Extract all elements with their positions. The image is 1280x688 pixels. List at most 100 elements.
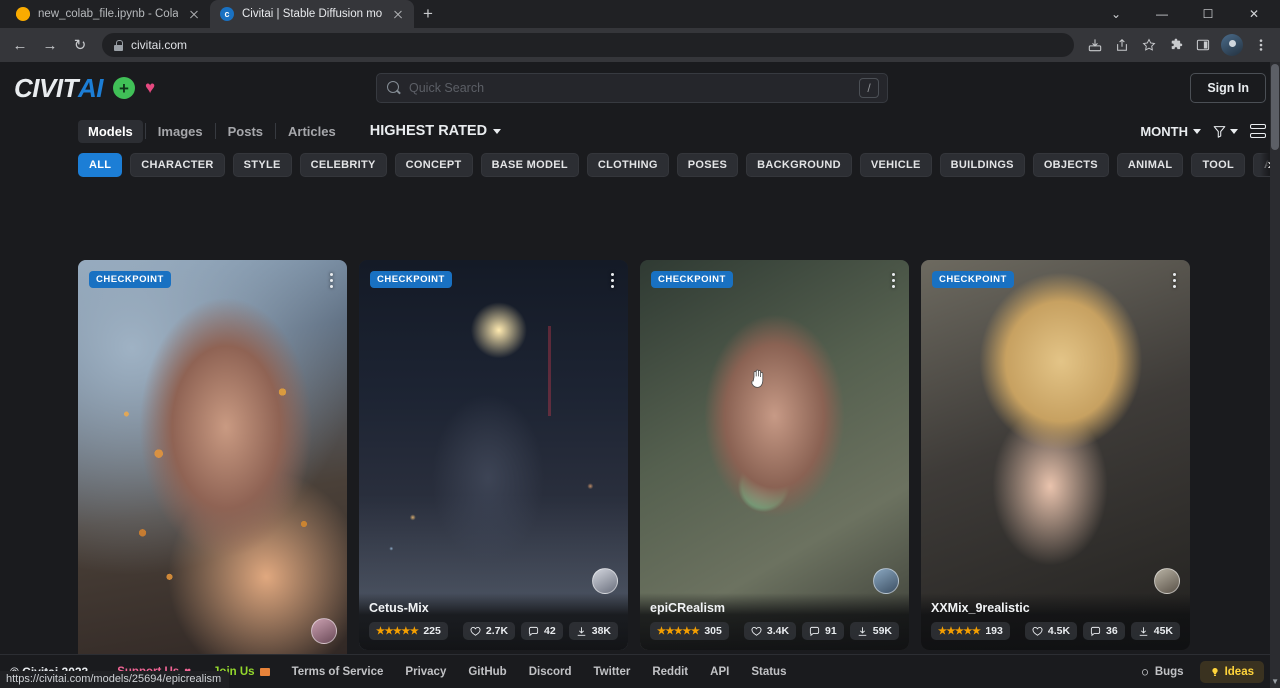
footer-link-status[interactable]: Status [740, 666, 797, 678]
chip-animal[interactable]: ANIMAL [1117, 153, 1184, 177]
period-dropdown[interactable]: MONTH [1140, 124, 1201, 139]
browser-tab-colab[interactable]: new_colab_file.ipynb - Colaborat [6, 0, 210, 28]
maximize-button[interactable]: ☐ [1186, 0, 1230, 28]
new-tab-button[interactable]: + [414, 0, 442, 28]
card-menu-icon[interactable] [605, 270, 619, 290]
chip-objects[interactable]: OBJECTS [1033, 153, 1109, 177]
chip-character[interactable]: CHARACTER [130, 153, 224, 177]
rating-pill: ★★★★★ 225 [369, 622, 448, 640]
tab-articles[interactable]: Articles [278, 120, 346, 143]
comments-count: 91 [825, 625, 837, 637]
card-stats: ★★★★★ 225 2.7K 42 38K [369, 622, 618, 640]
side-panel-icon[interactable] [1190, 32, 1216, 58]
sort-dropdown[interactable]: HIGHEST RATED [370, 123, 501, 139]
colab-icon [16, 7, 30, 21]
chip-concept[interactable]: CONCEPT [395, 153, 473, 177]
comment-icon [528, 626, 539, 637]
create-plus-icon[interactable]: + [113, 77, 135, 99]
chip-clothing[interactable]: CLOTHING [587, 153, 669, 177]
tab-models[interactable]: Models [78, 120, 143, 143]
model-card-cetus-mix[interactable]: CHECKPOINT Cetus-Mix ★★★★★ 225 2.7K [359, 260, 628, 650]
footer-link-privacy[interactable]: Privacy [394, 666, 457, 678]
likes-pill: 4.5K [1025, 622, 1077, 640]
reload-icon[interactable]: ↻ [66, 31, 94, 59]
browser-tab-civitai[interactable]: c Civitai | Stable Diffusion models, [210, 0, 414, 28]
tab-title: Civitai | Stable Diffusion models, [242, 8, 382, 20]
chevron-down-icon[interactable]: ▼ [1271, 677, 1279, 686]
card-thumbnail [78, 260, 347, 688]
model-card-epicrealism[interactable]: CHECKPOINT epiCRealism ★★★★★ 305 3.4K [640, 260, 909, 650]
minimize-button[interactable]: — [1140, 0, 1184, 28]
chrome-menu-icon[interactable] [1248, 32, 1274, 58]
card-title: XXMix_9realistic [931, 601, 1180, 615]
likes-count: 4.5K [1048, 625, 1070, 637]
chip-base-model[interactable]: BASE MODEL [481, 153, 579, 177]
tab-posts[interactable]: Posts [218, 120, 273, 143]
bookmark-star-icon[interactable] [1136, 32, 1162, 58]
comments-count: 42 [544, 625, 556, 637]
chevron-down-icon [1193, 129, 1201, 134]
scrollbar-thumb[interactable] [1271, 64, 1279, 150]
logo-text-ai: AI [78, 73, 103, 104]
chip-all[interactable]: ALL [78, 153, 122, 177]
footer-link-twitter[interactable]: Twitter [583, 666, 642, 678]
close-icon[interactable] [186, 6, 202, 22]
card-menu-icon[interactable] [886, 270, 900, 290]
footer-link-discord[interactable]: Discord [518, 666, 583, 678]
footer-link-github[interactable]: GitHub [457, 666, 517, 678]
category-chip-row: ALL CHARACTER STYLE CELEBRITY CONCEPT BA… [0, 148, 1280, 178]
site-logo[interactable]: CIVITAI [14, 73, 103, 104]
footer-link-terms[interactable]: Terms of Service [281, 666, 395, 678]
install-app-icon[interactable] [1082, 32, 1108, 58]
card-stats: ★★★★★ 305 3.4K 91 59K [650, 622, 899, 640]
rating-count: 305 [704, 625, 722, 637]
filter-button[interactable] [1213, 125, 1238, 138]
close-window-button[interactable]: ✕ [1232, 0, 1276, 28]
chip-background[interactable]: BACKGROUND [746, 153, 852, 177]
tab-images[interactable]: Images [148, 120, 213, 143]
chip-tool[interactable]: TOOL [1191, 153, 1245, 177]
card-thumbnail [359, 260, 628, 650]
bugs-button[interactable]: Bugs [1132, 662, 1192, 682]
heart-icon[interactable]: ♥ [145, 78, 155, 98]
chip-buildings[interactable]: BUILDINGS [940, 153, 1025, 177]
download-icon [857, 626, 868, 637]
card-menu-icon[interactable] [1167, 270, 1181, 290]
close-icon[interactable] [390, 6, 406, 22]
search-icon [387, 81, 401, 95]
logo-text-civit: CIVIT [14, 73, 78, 104]
avatar[interactable] [873, 568, 899, 594]
extensions-puzzle-icon[interactable] [1163, 32, 1189, 58]
tab-strip: new_colab_file.ipynb - Colaborat c Civit… [0, 0, 1280, 28]
browser-toolbar: ← → ↻ civitai.com [0, 28, 1280, 62]
back-icon[interactable]: ← [6, 31, 34, 59]
forward-icon[interactable]: → [36, 31, 64, 59]
chip-vehicle[interactable]: VEHICLE [860, 153, 932, 177]
share-icon[interactable] [1109, 32, 1135, 58]
address-bar[interactable]: civitai.com [102, 33, 1074, 57]
chip-poses[interactable]: POSES [677, 153, 738, 177]
footer-link-api[interactable]: API [699, 666, 740, 678]
footer-right-buttons: Bugs Ideas [1132, 661, 1270, 683]
ticket-icon [260, 668, 270, 676]
search-input[interactable]: Quick Search / [376, 73, 888, 103]
footer-link-reddit[interactable]: Reddit [641, 666, 699, 678]
profile-avatar-icon[interactable] [1221, 34, 1243, 56]
page-scrollbar[interactable]: ▼ [1270, 62, 1280, 688]
chip-style[interactable]: STYLE [233, 153, 292, 177]
sign-in-button[interactable]: Sign In [1190, 73, 1266, 103]
avatar[interactable] [1154, 568, 1180, 594]
avatar[interactable] [311, 618, 337, 644]
downloads-pill: 45K [1131, 622, 1180, 640]
browser-window: new_colab_file.ipynb - Colaborat c Civit… [0, 0, 1280, 688]
model-card-xxmix9realistic[interactable]: CHECKPOINT XXMix_9realistic ★★★★★ 193 4.… [921, 260, 1190, 650]
chip-celebrity[interactable]: CELEBRITY [300, 153, 387, 177]
ideas-button[interactable]: Ideas [1200, 661, 1264, 683]
avatar[interactable] [592, 568, 618, 594]
model-card-dreamshaper[interactable]: CHECKPOINT DreamShaper [78, 260, 347, 688]
downloads-count: 45K [1154, 625, 1173, 637]
card-menu-icon[interactable] [324, 270, 338, 290]
tab-search-icon[interactable]: ⌄ [1094, 0, 1138, 28]
heart-icon [1032, 626, 1043, 637]
layout-toggle-icon[interactable] [1250, 124, 1266, 138]
